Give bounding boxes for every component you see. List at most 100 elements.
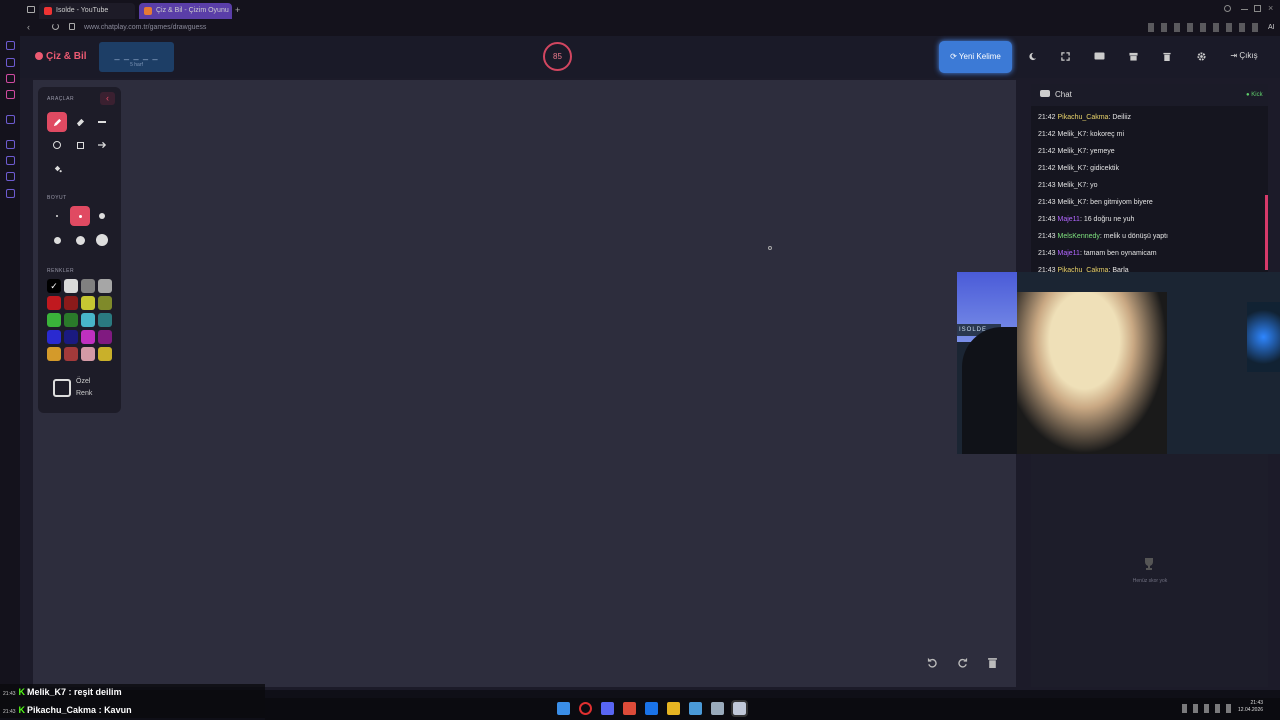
back-icon[interactable]: ‹ — [27, 22, 30, 32]
logout-icon: ⇥ — [1230, 51, 1240, 60]
sidebar-app-icon[interactable] — [6, 74, 15, 83]
size-option[interactable] — [92, 206, 112, 226]
sidebar-app-icon[interactable] — [6, 115, 15, 124]
drawing-canvas[interactable] — [33, 80, 1016, 687]
clear-canvas-button[interactable] — [982, 652, 1002, 672]
color-swatch[interactable] — [98, 330, 112, 344]
taskbar-clock[interactable]: 21:43 12.04.2026 — [1238, 700, 1263, 714]
rectangle-tool[interactable] — [70, 135, 90, 155]
sidebar-app-icon[interactable] — [6, 41, 15, 50]
app-icon[interactable] — [689, 702, 702, 715]
chrome-icon[interactable] — [623, 702, 636, 715]
maximize-icon[interactable] — [1254, 5, 1261, 12]
color-swatch[interactable] — [47, 330, 61, 344]
dark-mode-button[interactable] — [1017, 41, 1047, 71]
custom-color-label[interactable]: Özel Renk — [76, 376, 92, 400]
message-user[interactable]: Melik_K7 — [1057, 131, 1086, 138]
redo-button[interactable] — [952, 652, 972, 672]
discord-icon[interactable] — [601, 702, 614, 715]
steam2-icon[interactable] — [731, 700, 748, 717]
custom-color-button[interactable] — [53, 379, 71, 397]
color-swatch[interactable] — [81, 313, 95, 327]
tab-title: Çiz & Bil - Çizim Oyunu — [156, 7, 229, 14]
files-icon[interactable] — [667, 702, 680, 715]
color-swatch[interactable] — [81, 330, 95, 344]
sidebar-app-icon[interactable] — [6, 156, 15, 165]
color-swatch-selected[interactable]: ✓ — [47, 279, 61, 293]
undo-button[interactable] — [922, 652, 942, 672]
line-tool[interactable] — [92, 112, 112, 132]
workspace-icon[interactable] — [27, 6, 35, 13]
message-user[interactable]: Melik_K7 — [1057, 148, 1086, 155]
message-user[interactable]: Melik_K7 — [1057, 199, 1086, 206]
size-option-active[interactable] — [70, 206, 90, 226]
message-user[interactable]: MelsKennedy — [1057, 233, 1099, 240]
keyboard-button[interactable] — [1084, 41, 1114, 71]
color-swatch[interactable] — [64, 296, 78, 310]
tab-active[interactable]: Çiz & Bil - Çizim Oyunu — [139, 3, 232, 19]
color-swatch[interactable] — [47, 296, 61, 310]
close-icon[interactable]: × — [1268, 3, 1273, 13]
pencil-tool[interactable] — [47, 112, 67, 132]
fullscreen-button[interactable] — [1050, 41, 1080, 71]
eraser-tool[interactable] — [70, 112, 90, 132]
windows-icon[interactable] — [557, 702, 570, 715]
sidebar-app-icon[interactable] — [6, 172, 15, 181]
message-user[interactable]: Melik_K7 — [1057, 165, 1086, 172]
outlook-icon[interactable] — [645, 702, 658, 715]
app-logo[interactable]: Çiz & Bil — [35, 50, 87, 64]
color-swatch[interactable] — [98, 296, 112, 310]
size-option[interactable] — [70, 230, 90, 250]
new-word-button[interactable]: ⟳ Yeni Kelime — [939, 41, 1012, 73]
chat-scrollbar[interactable] — [1265, 195, 1268, 270]
size-option[interactable] — [47, 230, 67, 250]
tab-bar: Isolde - YouTube Çiz & Bil - Çizim Oyunu… — [0, 0, 1280, 20]
chat-message: 21:42 Pikachu_Cakma: Deiliiz — [1038, 114, 1132, 121]
message-user[interactable]: Maje11 — [1057, 250, 1079, 257]
steam-icon[interactable] — [711, 702, 724, 715]
sidebar-app-icon[interactable] — [6, 58, 15, 67]
reload-icon[interactable] — [52, 23, 59, 30]
exit-button[interactable]: ⇥ Çıkış — [1225, 41, 1263, 71]
color-swatch[interactable] — [64, 347, 78, 361]
sidebar-app-icon[interactable] — [6, 189, 15, 198]
line-icon — [98, 121, 106, 123]
sidebar-app-icon[interactable] — [6, 90, 15, 99]
tab-youtube[interactable]: Isolde - YouTube — [39, 3, 135, 19]
collapse-button[interactable]: ‹ — [100, 92, 115, 105]
fill-tool[interactable] — [47, 158, 67, 178]
search-icon[interactable] — [1224, 5, 1231, 12]
color-swatch[interactable] — [81, 347, 95, 361]
plus-icon[interactable]: + — [235, 5, 240, 15]
settings-button[interactable] — [1186, 41, 1216, 71]
color-swatch[interactable] — [64, 313, 78, 327]
color-swatch[interactable] — [64, 279, 78, 293]
color-swatch[interactable] — [64, 330, 78, 344]
circle-icon — [53, 141, 61, 149]
eraser-icon — [76, 118, 84, 126]
toolbar-icons[interactable] — [1148, 23, 1258, 32]
size-option[interactable] — [47, 206, 67, 226]
scoreboard-empty-text: Henüz skor yok — [1132, 578, 1168, 584]
minimize-icon[interactable] — [1241, 9, 1248, 10]
message-user[interactable]: Melik_K7 — [1057, 182, 1086, 189]
arrow-tool[interactable] — [92, 135, 112, 155]
color-swatch[interactable] — [98, 313, 112, 327]
color-swatch[interactable] — [98, 347, 112, 361]
size-option[interactable] — [92, 230, 112, 250]
opera-icon[interactable] — [579, 702, 592, 715]
clear-button[interactable] — [1152, 41, 1182, 71]
archive-button[interactable] — [1118, 41, 1148, 71]
circle-tool[interactable] — [47, 135, 67, 155]
color-swatch[interactable] — [81, 296, 95, 310]
message-user[interactable]: Maje11 — [1057, 216, 1079, 223]
ai-label[interactable]: AI — [1268, 22, 1275, 33]
sidebar-app-icon[interactable] — [6, 140, 15, 149]
color-swatch[interactable] — [81, 279, 95, 293]
color-swatch[interactable] — [98, 279, 112, 293]
color-swatch[interactable] — [47, 313, 61, 327]
color-swatch[interactable] — [47, 347, 61, 361]
message-user[interactable]: Pikachu_Cakma — [1057, 114, 1108, 121]
tray-icons[interactable] — [1182, 704, 1234, 713]
url-text[interactable]: www.chatplay.com.tr/games/drawguess — [84, 22, 206, 34]
